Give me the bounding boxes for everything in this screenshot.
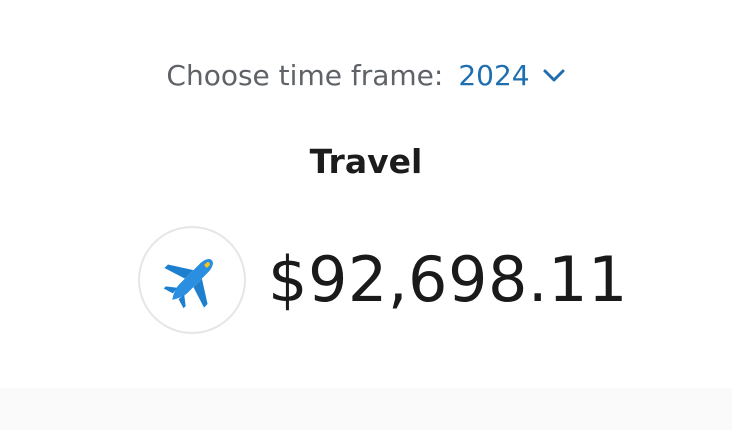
category-title: Travel: [309, 142, 423, 181]
timeframe-selector: Choose time frame: 2024: [0, 54, 732, 98]
timeframe-dropdown[interactable]: 2024: [458, 54, 565, 98]
bottom-band: [0, 388, 732, 430]
category-icon-badge: [138, 226, 246, 334]
category-amount: $92,698.11: [268, 243, 628, 316]
airplane-icon: [163, 259, 213, 309]
category-summary: $92,698.11: [138, 224, 628, 336]
chevron-down-icon[interactable]: [542, 64, 566, 88]
timeframe-label: Choose time frame:: [166, 59, 444, 92]
timeframe-selected-value[interactable]: 2024: [458, 54, 529, 98]
